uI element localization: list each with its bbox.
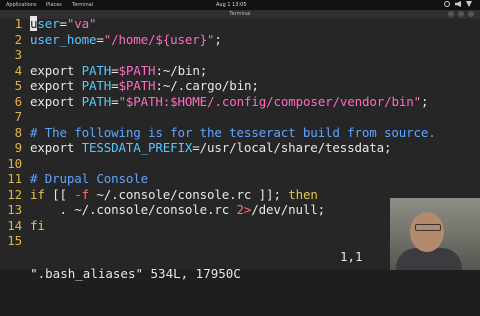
editor-line[interactable]: 14 fi [0, 217, 45, 234]
code-token: ser [37, 16, 60, 31]
line-number: 5 [14, 78, 23, 93]
network-icon[interactable] [444, 1, 450, 7]
line-number: 11 [7, 171, 22, 186]
cursor-position: 1,1 [340, 249, 363, 264]
code-token: [[ [44, 186, 75, 202]
line-number: 12 [7, 186, 22, 202]
terminal-menu[interactable]: Terminal [72, 2, 93, 8]
minimize-button[interactable] [448, 11, 454, 17]
code-token: $PATH [118, 78, 156, 93]
code-token: :~/.cargo/bin; [155, 78, 259, 93]
line-number: 10 [7, 155, 22, 171]
applications-menu[interactable]: Applications [6, 2, 37, 8]
code-token: PATH [81, 78, 112, 93]
editor-line[interactable]: 13 . ~/.console/console.rc 2>/dev/null; [0, 201, 325, 218]
power-icon[interactable] [466, 1, 472, 7]
terminal-title: Terminal [229, 11, 251, 17]
code-token: then [288, 186, 318, 202]
code-token: # The following is for the tesseract bui… [30, 124, 436, 140]
code-token: . ~/.console/console.rc [30, 202, 237, 217]
code-token: ; [420, 93, 429, 109]
editor-line[interactable]: 2 user_home="/home/${user}"; [0, 31, 222, 48]
code-token: PATH [81, 93, 112, 109]
top-panel: Applications Places Terminal Aug 1 13:05 [0, 0, 480, 10]
code-token: 2> [236, 202, 252, 217]
line-number: 8 [14, 124, 23, 140]
editor-line[interactable]: 10 [0, 155, 30, 172]
close-button[interactable] [468, 11, 474, 17]
code-token: "$PATH:$HOME [118, 93, 208, 109]
webcam-overlay [390, 198, 480, 270]
line-number: 1 [14, 16, 23, 31]
places-menu[interactable]: Places [46, 2, 62, 8]
code-token: export [30, 62, 82, 78]
editor-line[interactable]: 9 export TESSDATA_PREFIX=/usr/local/share… [0, 139, 392, 156]
code-token: = [96, 31, 104, 47]
code-token: = [111, 93, 119, 109]
editor-line[interactable]: 4 export PATH=$PATH:~/bin; [0, 62, 208, 79]
code-token: /dev/null; [251, 202, 326, 217]
editor-line[interactable]: 6 export PATH="$PATH:$HOME/.config/compos… [0, 93, 429, 110]
editor-line[interactable]: 3 [0, 46, 30, 63]
code-token: export [30, 140, 82, 155]
code-token: :~/bin; [155, 62, 208, 78]
system-tray[interactable] [444, 1, 472, 7]
line-number: 14 [7, 217, 22, 233]
line-number: 13 [7, 202, 22, 217]
code-token: = [59, 16, 68, 31]
code-token: TESSDATA_PREFIX [81, 140, 193, 155]
editor-line[interactable]: 11 # Drupal Console [0, 170, 148, 187]
code-token: $PATH [118, 62, 156, 78]
code-token: export [30, 93, 82, 109]
code-token: # Drupal Console [30, 171, 149, 186]
code-token: -f [74, 186, 90, 202]
webcam-person-head [410, 212, 444, 252]
webcam-person-glasses [415, 224, 441, 231]
code-token: if [30, 186, 45, 202]
line-number: 3 [14, 47, 23, 62]
code-token: PATH [81, 62, 112, 78]
code-token: = [111, 62, 119, 78]
editor-line[interactable]: 1 user="va" [0, 15, 97, 32]
code-token: =/usr/local/share/tessdata; [192, 140, 392, 155]
code-token: = [111, 78, 119, 93]
editor-line[interactable]: 8 # The following is for the tesseract bu… [0, 124, 436, 141]
status-file-info: ".bash_aliases" 534L, 17950C [30, 266, 241, 281]
maximize-button[interactable] [458, 11, 464, 17]
code-token: user_home [30, 31, 97, 47]
editor-line[interactable]: 12 if [[ -f ~/.console/console.rc ]]; the… [0, 186, 318, 203]
code-token: fi [30, 217, 45, 233]
code-token: "va" [66, 16, 97, 31]
editor-line[interactable]: 5 export PATH=$PATH:~/.cargo/bin; [0, 77, 259, 94]
clock[interactable]: Aug 1 13:05 [216, 2, 247, 8]
editor-line[interactable]: 7 [0, 108, 30, 125]
volume-icon[interactable] [455, 1, 461, 7]
line-number: 15 [7, 233, 22, 248]
code-token: /.config/composer/vendor/bin" [207, 93, 421, 109]
editor-line[interactable]: 15 [0, 232, 30, 249]
line-number: 6 [14, 93, 23, 109]
code-token: "/home/${user}" [103, 31, 215, 47]
line-number: 2 [14, 31, 23, 47]
code-token: export [30, 78, 82, 93]
code-token: ~/.console/console.rc ]]; [89, 186, 289, 202]
code-token: ; [214, 31, 222, 47]
line-number: 7 [14, 109, 23, 124]
line-number: 9 [14, 140, 23, 155]
line-number: 4 [14, 62, 23, 78]
